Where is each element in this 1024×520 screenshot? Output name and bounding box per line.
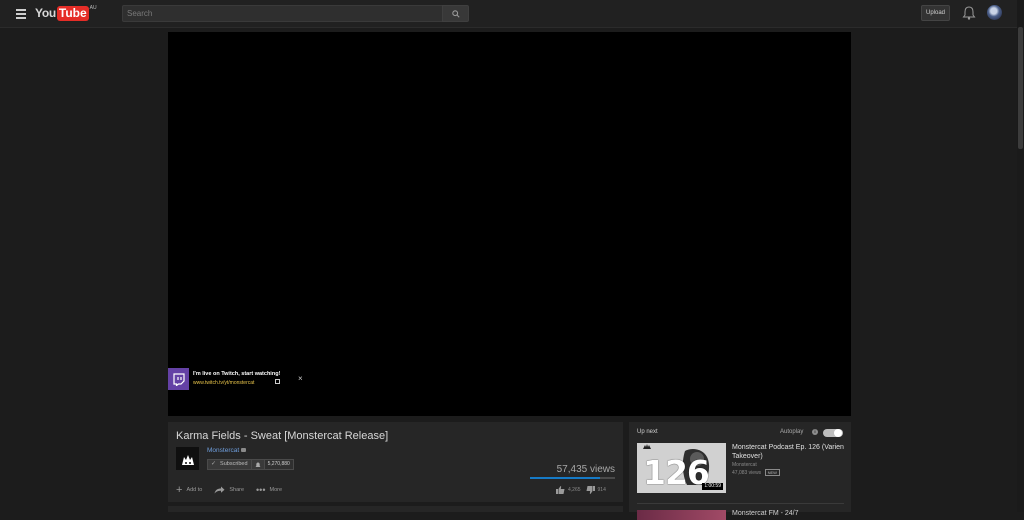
video-duration: 1:00:59 [702, 483, 723, 490]
more-dots-icon: ••• [256, 485, 266, 495]
like-dislike-group: 4,265 914 [556, 484, 611, 496]
checkmark-icon: ✓ [211, 461, 217, 467]
add-to-button[interactable]: + Add to [176, 484, 203, 496]
action-bar: + Add to Share ••• More [176, 484, 294, 496]
autoplay-toggle-knob [834, 429, 842, 437]
page-scrollbar[interactable] [1017, 0, 1024, 512]
autoplay-toggle[interactable] [823, 429, 843, 437]
channel-name-link[interactable]: Monstercat [207, 447, 247, 454]
subscribe-label: Subscribed [220, 461, 248, 467]
share-label: Share [229, 487, 245, 493]
recommendation-views: 47,083 views [732, 470, 762, 476]
recommendation-divider [637, 503, 844, 504]
hamburger-menu-icon[interactable] [16, 9, 26, 19]
video-player[interactable]: I'm live on Twitch, start watching! www.… [168, 32, 851, 416]
share-button[interactable]: Share [214, 486, 244, 494]
annotation-close-icon[interactable]: × [298, 374, 303, 383]
search-button[interactable] [442, 5, 469, 22]
like-ratio-bar [530, 477, 615, 479]
share-arrow-icon [214, 486, 225, 494]
more-label: More [269, 487, 283, 493]
more-button[interactable]: ••• More [256, 485, 282, 495]
annotation-card[interactable]: I'm live on Twitch, start watching! www.… [168, 368, 313, 390]
autoplay-label: Autoplay [780, 429, 804, 435]
recommendation-thumbnail[interactable]: 126 1:00:59 [637, 443, 726, 493]
like-button[interactable]: 4,265 [556, 486, 581, 494]
channel-name: Monstercat [207, 447, 240, 454]
dislike-count: 914 [597, 487, 606, 493]
view-count: 57,435 views [556, 464, 615, 475]
twitch-logo-icon [168, 368, 189, 390]
annotation-link[interactable]: www.twitch.tv/yt/monstercat [193, 380, 254, 386]
like-ratio-fill [530, 477, 600, 479]
video-title: Karma Fields - Sweat [Monstercat Release… [176, 430, 389, 442]
recommendation-title[interactable]: Monstercat Podcast Ep. 126 (Varien Takeo… [732, 443, 844, 461]
monstercat-logo-icon [181, 454, 194, 465]
description-panel [168, 506, 623, 512]
user-avatar[interactable] [987, 5, 1002, 20]
upload-button[interactable]: Upload [921, 5, 950, 21]
subscribed-state[interactable]: ✓ Subscribed [207, 459, 252, 470]
recommendation-channel: Monstercat [732, 462, 757, 468]
annotation-title: I'm live on Twitch, start watching! [193, 371, 281, 377]
like-count: 4,265 [568, 487, 581, 493]
thumbs-down-icon [586, 486, 595, 494]
channel-avatar[interactable] [176, 447, 199, 470]
scrollbar-thumb[interactable] [1018, 27, 1023, 149]
watch-sidebar: Up next Autoplay i 126 1:00:59 Monsterca… [629, 422, 851, 520]
verified-badge-icon [241, 448, 247, 453]
plus-icon: + [176, 484, 183, 496]
thumbnail-number: 126 [643, 453, 710, 492]
masthead: You Tube AU Upload [0, 0, 1024, 28]
dislike-button[interactable]: 914 [586, 486, 606, 494]
video-info-panel: Karma Fields - Sweat [Monstercat Release… [168, 422, 623, 502]
youtube-logo[interactable]: You Tube AU [35, 5, 97, 22]
autoplay-info-icon[interactable]: i [812, 429, 818, 435]
subscription-settings-icon[interactable] [251, 459, 265, 470]
external-link-icon [275, 379, 280, 384]
search-input[interactable] [122, 5, 444, 22]
recommendation-meta: 47,083 views NEW [732, 469, 780, 476]
add-to-label: Add to [186, 487, 203, 493]
notifications-bell-icon[interactable] [962, 5, 976, 21]
logo-tube-text: Tube [56, 6, 89, 21]
up-next-heading: Up next [637, 429, 658, 435]
recommendation-title-2[interactable]: Monstercat FM - 24/7 [732, 510, 799, 517]
thumbs-up-icon [556, 486, 565, 494]
new-badge: NEW [764, 469, 780, 476]
subscribe-button[interactable]: ✓ Subscribed 5,270,880 [207, 459, 294, 470]
subscriber-count: 5,270,880 [264, 459, 294, 470]
logo-region-code: AU [89, 5, 97, 11]
search-icon [451, 9, 460, 18]
logo-you-text: You [35, 6, 56, 20]
